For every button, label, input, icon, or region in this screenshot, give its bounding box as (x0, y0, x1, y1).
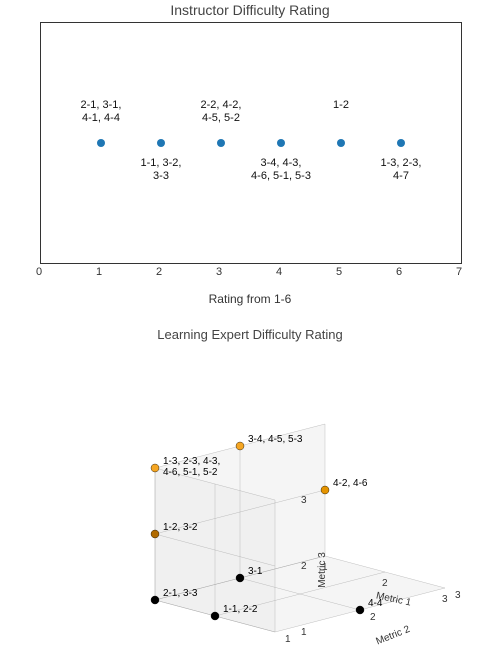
chart2-annotation: 1-1, 2-2 (223, 604, 258, 615)
chart1-point (277, 139, 285, 147)
instructor-chart: Instructor Difficulty Rating 2-1, 3-1, 4… (20, 0, 480, 310)
chart1-xtick: 0 (36, 266, 42, 278)
chart1-xtick: 6 (396, 266, 402, 278)
learning-expert-chart: Learning Expert Difficulty Rating 1 2 3 1 2 3… (10, 325, 490, 665)
chart2-stage: 123123123Metric 1Metric 2Metric 31-3, 2-… (10, 345, 490, 655)
chart2-point (151, 530, 159, 538)
chart1-xtick: 7 (456, 266, 462, 278)
chart1-xtick: 4 (276, 266, 282, 278)
chart1-point (337, 139, 345, 147)
svg-text:2: 2 (370, 612, 376, 623)
chart2-point (151, 464, 159, 472)
svg-text:2: 2 (301, 561, 307, 572)
chart1-xtick: 2 (156, 266, 162, 278)
chart2-point (211, 612, 219, 620)
chart2-annotation: 1-2, 3-2 (163, 522, 198, 533)
chart2-annotation: 4-6, 5-1, 5-2 (163, 467, 218, 478)
chart1-annotation: 1-2 (333, 99, 349, 112)
chart2-annotation: 3-1 (248, 566, 263, 577)
chart1-annotation: 2-2, 4-2, 4-5, 5-2 (201, 99, 242, 124)
chart1-xtick: 3 (216, 266, 222, 278)
chart2-point (356, 606, 364, 614)
chart2-annotation: 4-4 (368, 598, 383, 609)
chart1-title: Instructor Difficulty Rating (20, 2, 480, 18)
svg-text:3: 3 (455, 590, 461, 601)
svg-text:Metric 3: Metric 3 (317, 552, 328, 588)
svg-text:1: 1 (285, 634, 291, 645)
chart1-point (157, 139, 165, 147)
chart1-annotation: 2-1, 3-1, 4-1, 4-4 (81, 99, 122, 124)
svg-text:Metric 2: Metric 2 (375, 624, 412, 648)
chart2-point (236, 574, 244, 582)
chart2-annotation: 4-2, 4-6 (333, 478, 368, 489)
chart2-point (151, 596, 159, 604)
chart2-annotation: 2-1, 3-3 (163, 588, 198, 599)
svg-text:1: 1 (301, 627, 307, 638)
chart2-annotation: 1-3, 2-3, 4-3, (163, 456, 220, 467)
chart1-annotation: 3-4, 4-3, 4-6, 5-1, 5-3 (251, 157, 311, 182)
chart2-title: Learning Expert Difficulty Rating (10, 327, 490, 342)
chart1-point (217, 139, 225, 147)
chart1-point (97, 139, 105, 147)
chart1-point (397, 139, 405, 147)
svg-text:3: 3 (442, 594, 448, 605)
chart1-plotarea: 2-1, 3-1, 4-1, 4-4 1-1, 3-2, 3-3 2-2, 4-2,… (40, 22, 462, 264)
svg-text:3: 3 (301, 495, 307, 506)
chart1-xtick: 5 (336, 266, 342, 278)
chart2-point (321, 486, 329, 494)
chart1-xtick: 1 (96, 266, 102, 278)
svg-text:2: 2 (382, 578, 388, 589)
chart1-annotation: 1-3, 2-3, 4-7 (381, 157, 422, 182)
chart1-annotation: 1-1, 3-2, 3-3 (141, 157, 182, 182)
chart2-annotation: 3-4, 4-5, 5-3 (248, 434, 303, 445)
chart2-point (236, 442, 244, 450)
chart1-xlabel: Rating from 1-6 (20, 292, 480, 306)
